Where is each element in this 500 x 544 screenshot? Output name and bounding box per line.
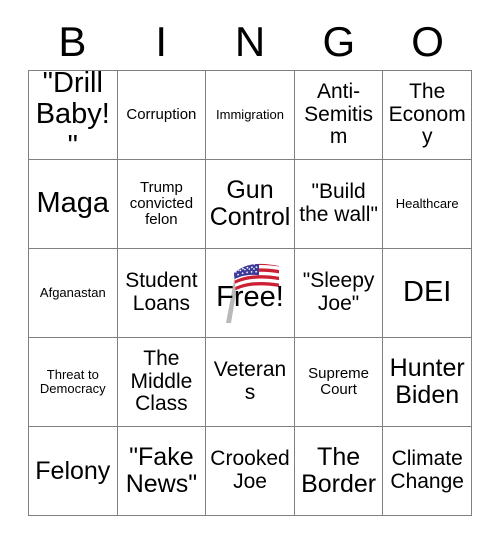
bingo-cell-label: Threat to Democracy	[39, 366, 106, 396]
bingo-cell-label: Corruption	[126, 105, 197, 123]
bingo-cell-label: Afganastan	[39, 284, 106, 300]
bingo-cell-label: The Economy	[388, 79, 466, 149]
bingo-cell-label: Healthcare	[395, 195, 459, 211]
bingo-cell-r2c4[interactable]: "Build the wall"	[294, 160, 384, 249]
bingo-cell-label: "Drill Baby!"	[35, 71, 110, 160]
bingo-cell-label: "Sleepy Joe"	[302, 269, 375, 315]
bingo-cell-r1c1[interactable]: "Drill Baby!"	[29, 71, 118, 160]
bingo-header-letter-n: N	[234, 18, 266, 65]
bingo-cell-r3c1[interactable]: Afganastan	[29, 249, 118, 338]
bingo-cell-r2c1[interactable]: Maga	[29, 160, 118, 249]
bingo-cell-r5c2[interactable]: "Fake News"	[117, 427, 207, 516]
bingo-cell-label: Crooked Joe	[210, 447, 290, 493]
bingo-cell-label: Gun Control	[209, 176, 291, 231]
bingo-cell-r2c2[interactable]: Trump convicted felon	[117, 160, 207, 249]
bingo-cell-label: "Build the wall"	[299, 180, 378, 226]
bingo-cell-label: Immigration	[216, 106, 284, 122]
bingo-header-letter-o: O	[411, 18, 444, 65]
bingo-cell-r4c2[interactable]: The Middle Class	[117, 338, 207, 427]
bingo-cell-r3c5[interactable]: DEI	[383, 249, 472, 338]
bingo-cell-label: Hunter Biden	[389, 354, 465, 409]
bingo-cell-label: "Fake News"	[125, 443, 198, 498]
bingo-cell-r5c3[interactable]: Crooked Joe	[206, 427, 295, 516]
bingo-cell-r3c4[interactable]: "Sleepy Joe"	[294, 249, 384, 338]
bingo-header-letter-i: I	[155, 18, 168, 65]
bingo-header: B I N G O	[28, 14, 472, 70]
bingo-cell-r4c4[interactable]: Supreme Court	[294, 338, 384, 427]
bingo-cell-label: Supreme Court	[308, 364, 370, 398]
bingo-cell-r3c2[interactable]: Student Loans	[117, 249, 207, 338]
bingo-cell-label: Trump convicted felon	[129, 178, 194, 229]
bingo-grid: "Drill Baby!" Corruption Immigration Ant…	[28, 70, 472, 516]
bingo-cell-label: The Middle Class	[130, 346, 193, 416]
bingo-cell-label: Maga	[36, 187, 110, 220]
bingo-cell-r2c5[interactable]: Healthcare	[383, 160, 472, 249]
bingo-cell-label: DEI	[403, 276, 452, 309]
bingo-cell-r4c3[interactable]: Veterans	[206, 338, 295, 427]
bingo-cell-r4c5[interactable]: Hunter Biden	[383, 338, 472, 427]
bingo-cell-r1c2[interactable]: Corruption	[117, 71, 207, 160]
bingo-card: B I N G O "Drill Baby!" Corruption Immig…	[0, 0, 500, 544]
bingo-cell-label: Felony	[35, 456, 111, 485]
bingo-cell-label: Student Loans	[125, 269, 198, 315]
bingo-cell-r1c3[interactable]: Immigration	[206, 71, 295, 160]
bingo-header-letter-g: G	[322, 18, 356, 65]
bingo-header-letter-b: B	[58, 18, 87, 65]
bingo-cell-label: The Border	[301, 443, 377, 498]
bingo-cell-r5c4[interactable]: The Border	[294, 427, 384, 516]
bingo-cell-r2c3[interactable]: Gun Control	[206, 160, 295, 249]
bingo-cell-label: Anti-Semitism	[304, 79, 374, 149]
bingo-cell-label: Veterans	[213, 358, 287, 404]
bingo-cell-free-space[interactable]: Free!	[206, 249, 295, 338]
bingo-cell-r5c1[interactable]: Felony	[29, 427, 118, 516]
bingo-free-space-label: Free!	[216, 280, 284, 313]
bingo-cell-label: Climate Change	[390, 447, 464, 493]
bingo-cell-r4c1[interactable]: Threat to Democracy	[29, 338, 118, 427]
bingo-cell-r1c5[interactable]: The Economy	[383, 71, 472, 160]
bingo-cell-r1c4[interactable]: Anti-Semitism	[294, 71, 384, 160]
bingo-cell-r5c5[interactable]: Climate Change	[383, 427, 472, 516]
